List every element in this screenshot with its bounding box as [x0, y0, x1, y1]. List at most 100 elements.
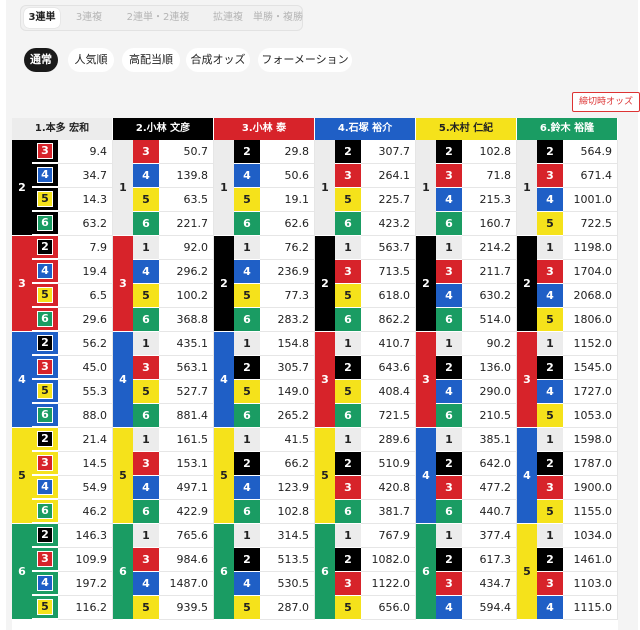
odds-cell[interactable]: 656.0: [361, 596, 416, 620]
odds-cell[interactable]: 215.3: [462, 188, 517, 212]
odds-cell[interactable]: 1704.0: [563, 260, 618, 284]
odds-cell[interactable]: 1053.0: [563, 404, 618, 428]
odds-cell[interactable]: 513.5: [260, 548, 315, 572]
odds-cell[interactable]: 1122.0: [361, 572, 416, 596]
odds-cell[interactable]: 881.4: [159, 404, 214, 428]
odds-cell[interactable]: 1115.0: [563, 596, 618, 620]
odds-cell[interactable]: 2068.0: [563, 284, 618, 308]
odds-cell[interactable]: 642.0: [462, 452, 517, 476]
odds-cell[interactable]: 1727.0: [563, 380, 618, 404]
odds-cell[interactable]: 290.0: [462, 380, 517, 404]
odds-cell[interactable]: 422.9: [159, 500, 214, 524]
odds-cell[interactable]: 14.3: [58, 188, 113, 212]
odds-cell[interactable]: 377.4: [462, 524, 517, 548]
odds-cell[interactable]: 1034.0: [563, 524, 618, 548]
odds-cell[interactable]: 765.6: [159, 524, 214, 548]
odds-cell[interactable]: 76.2: [260, 236, 315, 260]
odds-cell[interactable]: 29.8: [260, 140, 315, 164]
mode-high-payout[interactable]: 高配当順: [122, 48, 180, 72]
odds-cell[interactable]: 368.8: [159, 308, 214, 332]
odds-cell[interactable]: 77.3: [260, 284, 315, 308]
odds-cell[interactable]: 381.7: [361, 500, 416, 524]
odds-cell[interactable]: 221.7: [159, 212, 214, 236]
odds-cell[interactable]: 55.3: [58, 380, 113, 404]
odds-cell[interactable]: 21.4: [58, 428, 113, 452]
odds-cell[interactable]: 410.7: [361, 332, 416, 356]
odds-cell[interactable]: 287.0: [260, 596, 315, 620]
odds-cell[interactable]: 1155.0: [563, 500, 618, 524]
odds-cell[interactable]: 160.7: [462, 212, 517, 236]
odds-cell[interactable]: 109.9: [58, 548, 113, 572]
odds-cell[interactable]: 939.5: [159, 596, 214, 620]
mode-popularity[interactable]: 人気順: [68, 48, 114, 72]
odds-cell[interactable]: 154.8: [260, 332, 315, 356]
odds-cell[interactable]: 46.2: [58, 500, 113, 524]
odds-cell[interactable]: 88.0: [58, 404, 113, 428]
odds-cell[interactable]: 146.3: [58, 524, 113, 548]
odds-cell[interactable]: 45.0: [58, 356, 113, 380]
odds-cell[interactable]: 211.7: [462, 260, 517, 284]
odds-cell[interactable]: 1806.0: [563, 308, 618, 332]
odds-cell[interactable]: 210.5: [462, 404, 517, 428]
odds-cell[interactable]: 420.8: [361, 476, 416, 500]
odds-cell[interactable]: 307.7: [361, 140, 416, 164]
odds-cell[interactable]: 14.5: [58, 452, 113, 476]
odds-cell[interactable]: 514.0: [462, 308, 517, 332]
odds-cell[interactable]: 136.0: [462, 356, 517, 380]
odds-cell[interactable]: 1103.0: [563, 572, 618, 596]
odds-cell[interactable]: 305.7: [260, 356, 315, 380]
tab-quinella-place[interactable]: 拡連複: [203, 8, 253, 28]
odds-cell[interactable]: 19.1: [260, 188, 315, 212]
odds-cell[interactable]: 527.7: [159, 380, 214, 404]
odds-cell[interactable]: 153.1: [159, 452, 214, 476]
odds-cell[interactable]: 29.6: [58, 308, 113, 332]
odds-cell[interactable]: 440.7: [462, 500, 517, 524]
odds-cell[interactable]: 54.9: [58, 476, 113, 500]
odds-cell[interactable]: 618.0: [361, 284, 416, 308]
odds-cell[interactable]: 236.9: [260, 260, 315, 284]
odds-cell[interactable]: 139.8: [159, 164, 214, 188]
odds-cell[interactable]: 19.4: [58, 260, 113, 284]
odds-cell[interactable]: 563.7: [361, 236, 416, 260]
tab-win-place[interactable]: 単勝・複勝: [253, 8, 303, 28]
odds-cell[interactable]: 265.2: [260, 404, 315, 428]
odds-cell[interactable]: 722.5: [563, 212, 618, 236]
odds-cell[interactable]: 71.8: [462, 164, 517, 188]
odds-cell[interactable]: 214.2: [462, 236, 517, 260]
tab-exacta-quinella[interactable]: 2連単・2連複: [115, 8, 201, 28]
odds-cell[interactable]: 102.8: [260, 500, 315, 524]
odds-cell[interactable]: 225.7: [361, 188, 416, 212]
deadline-odds-button[interactable]: 締切時オッズ: [572, 92, 640, 112]
odds-cell[interactable]: 1487.0: [159, 572, 214, 596]
odds-cell[interactable]: 161.5: [159, 428, 214, 452]
mode-normal[interactable]: 通常: [24, 48, 58, 72]
odds-cell[interactable]: 721.5: [361, 404, 416, 428]
odds-cell[interactable]: 90.2: [462, 332, 517, 356]
odds-cell[interactable]: 63.5: [159, 188, 214, 212]
odds-cell[interactable]: 197.2: [58, 572, 113, 596]
odds-cell[interactable]: 408.4: [361, 380, 416, 404]
odds-cell[interactable]: 1461.0: [563, 548, 618, 572]
odds-cell[interactable]: 34.7: [58, 164, 113, 188]
odds-cell[interactable]: 862.2: [361, 308, 416, 332]
odds-cell[interactable]: 1598.0: [563, 428, 618, 452]
odds-cell[interactable]: 50.6: [260, 164, 315, 188]
odds-cell[interactable]: 617.3: [462, 548, 517, 572]
odds-cell[interactable]: 283.2: [260, 308, 315, 332]
odds-cell[interactable]: 116.2: [58, 596, 113, 620]
tab-trio[interactable]: 3連複: [65, 8, 113, 28]
odds-cell[interactable]: 767.9: [361, 524, 416, 548]
odds-cell[interactable]: 671.4: [563, 164, 618, 188]
odds-cell[interactable]: 434.7: [462, 572, 517, 596]
odds-cell[interactable]: 296.2: [159, 260, 214, 284]
odds-cell[interactable]: 62.6: [260, 212, 315, 236]
odds-cell[interactable]: 564.9: [563, 140, 618, 164]
odds-cell[interactable]: 1001.0: [563, 188, 618, 212]
odds-cell[interactable]: 63.2: [58, 212, 113, 236]
odds-cell[interactable]: 149.0: [260, 380, 315, 404]
odds-cell[interactable]: 510.9: [361, 452, 416, 476]
odds-cell[interactable]: 1545.0: [563, 356, 618, 380]
odds-cell[interactable]: 385.1: [462, 428, 517, 452]
odds-cell[interactable]: 594.4: [462, 596, 517, 620]
odds-cell[interactable]: 497.1: [159, 476, 214, 500]
